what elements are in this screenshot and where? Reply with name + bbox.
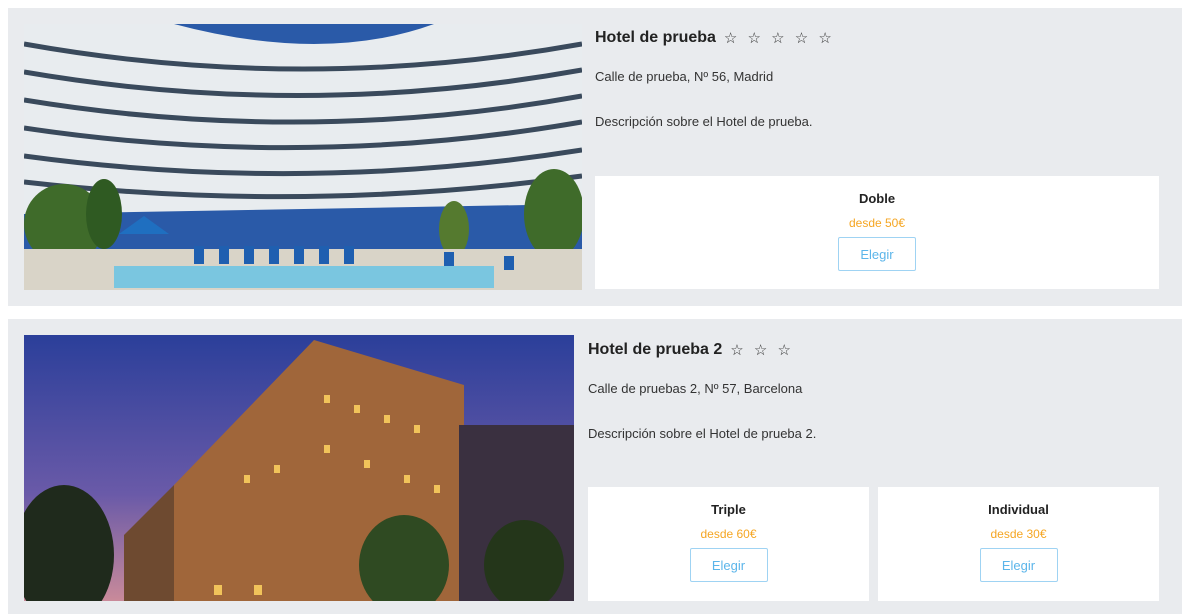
hotel-address: Calle de prueba, Nº 56, Madrid xyxy=(595,69,774,84)
hotel-info: Hotel de prueba ☆ ☆ ☆ ☆ ☆ Calle de prueb… xyxy=(595,8,1167,289)
room-options: Doble desde 50€ Elegir xyxy=(595,176,1159,289)
room-option: Individual desde 30€ Elegir xyxy=(878,487,1159,601)
hotel-title: Hotel de prueba ☆ ☆ ☆ ☆ ☆ xyxy=(595,29,1167,47)
room-options: Triple desde 60€ Elegir Individual desde… xyxy=(588,487,1159,601)
hotel-description: Descripción sobre el Hotel de prueba 2. xyxy=(588,426,817,441)
room-price: desde 60€ xyxy=(700,527,757,541)
room-type: Triple xyxy=(711,502,746,517)
choose-room-button[interactable]: Elegir xyxy=(838,237,916,271)
hotel-title: Hotel de prueba 2 ☆ ☆ ☆ xyxy=(588,341,1167,359)
hotel-photo xyxy=(24,335,574,601)
room-price: desde 50€ xyxy=(848,216,906,230)
room-type: Individual xyxy=(988,502,1049,517)
hotel-name: Hotel de prueba 2 xyxy=(588,341,723,358)
room-type: Doble xyxy=(858,191,896,206)
room-price: desde 30€ xyxy=(990,527,1047,541)
room-option: Triple desde 60€ Elegir xyxy=(588,487,869,601)
room-option: Doble desde 50€ Elegir xyxy=(595,176,1159,289)
hotel-address: Calle de pruebas 2, Nº 57, Barcelona xyxy=(588,381,803,396)
hotel-info: Hotel de prueba 2 ☆ ☆ ☆ Calle de pruebas… xyxy=(588,319,1167,601)
star-rating: ☆ ☆ ☆ xyxy=(730,342,794,359)
hotel-photo xyxy=(24,24,582,290)
hotel-description: Descripción sobre el Hotel de prueba. xyxy=(595,114,813,129)
choose-room-button[interactable]: Elegir xyxy=(689,548,768,582)
hotel-card: Hotel de prueba 2 ☆ ☆ ☆ Calle de pruebas… xyxy=(8,319,1182,614)
hotel-name: Hotel de prueba xyxy=(595,29,716,46)
hotel-card: Hotel de prueba ☆ ☆ ☆ ☆ ☆ Calle de prueb… xyxy=(8,8,1182,306)
choose-room-button[interactable]: Elegir xyxy=(979,548,1058,582)
star-rating: ☆ ☆ ☆ ☆ ☆ xyxy=(723,30,835,47)
